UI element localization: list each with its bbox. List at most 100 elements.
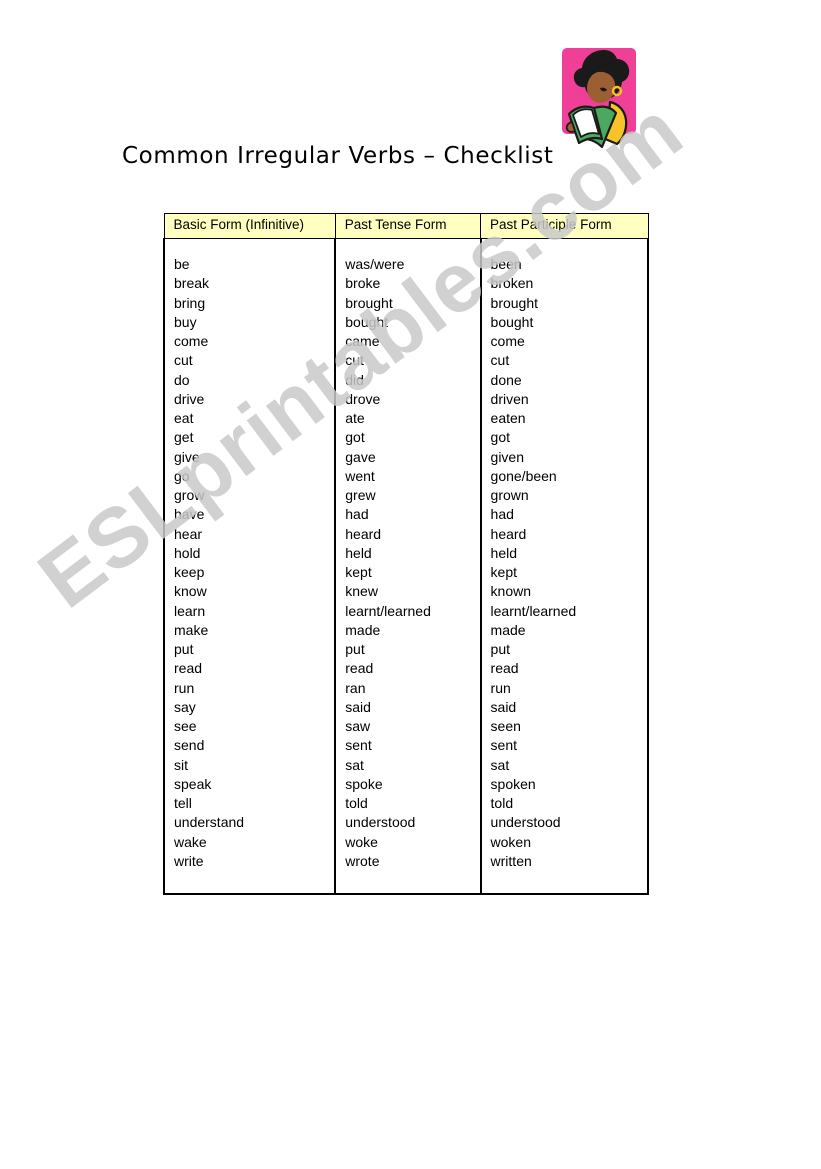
list-item: know [174,583,207,600]
past-participle-list: been broken brought bought come cut done driven… [491,255,647,871]
list-item: hear [174,525,203,542]
list-item: did [345,371,364,388]
table-bottom-border-cell-2 [334,893,482,895]
list-item: said [345,698,371,715]
list-item: put [174,641,194,657]
cell-base-form-list: be break bring buy come cut do drive eat get give g… [162,238,337,894]
cell-past-participle-list: been broken brought bought come cut done driven… [479,238,650,894]
list-item: eat [174,410,194,426]
list-item: learnt/learned [490,602,577,619]
list-item: put [490,641,510,657]
list-item: sent [490,737,517,754]
list-item: read [345,660,374,677]
irregular-verbs-table: Basic Form (Infinitive) Past Tense Form … [162,213,650,895]
list-item: told [345,795,368,811]
page-title: Common Irregular Verbs – Checklist [122,143,554,170]
worksheet-header: Common Irregular Verbs – Checklist [0,0,821,200]
list-item: come [174,333,209,349]
list-item: sent [345,737,372,754]
list-item: drove [345,390,381,407]
list-item: came [345,333,380,349]
list-item: was/were [345,256,405,272]
table-footer-border [162,893,650,895]
list-item: write [174,852,204,869]
column-header-past-participle: Past Participle Form [480,213,649,239]
table-header-row: Basic Form (Infinitive) Past Tense Form … [163,213,649,239]
table-bottom-border-cell-3 [479,893,650,895]
list-item: sat [490,756,510,773]
list-item: get [174,429,194,446]
table-bottom-border-cell-1 [162,893,337,895]
list-item: kept [490,564,517,580]
list-item: sat [345,756,364,773]
past-tense-list: was/were broke brought bought came cut did drov… [345,255,479,871]
list-item: saw [345,718,371,734]
list-item: wrote [345,852,380,869]
list-item: went [345,467,375,484]
list-item: send [174,737,205,754]
list-item: cut [174,352,193,369]
list-item: go [174,467,190,484]
list-item: brought [345,294,393,311]
list-item: written [490,852,532,869]
list-item: eaten [490,410,526,426]
list-item: give [174,448,200,465]
list-item: given [490,448,524,465]
worksheet-page: Common Irregular Verbs – Checklist ESLpr… [0,0,821,1169]
list-item: do [174,371,190,388]
cell-past-tense-list: was/were broke brought bought came cut did drov… [334,238,482,894]
list-item: be [174,256,190,272]
list-item: see [174,718,197,734]
list-item: gave [345,448,376,465]
list-item: understood [490,814,561,831]
list-item: grew [345,487,376,503]
list-item: keep [174,564,205,580]
list-item: broken [490,275,534,292]
list-item: have [174,506,205,523]
list-item: put [345,641,365,657]
list-item: run [490,679,511,696]
list-item: spoken [490,775,536,792]
list-item: run [174,679,195,696]
list-item: grown [490,487,529,503]
list-item: sit [174,756,188,773]
list-item: got [345,429,365,446]
list-item: had [490,506,514,523]
list-item: understood [345,814,416,831]
list-item: gone/been [490,467,557,484]
list-item: made [490,621,526,638]
list-item: heard [345,525,382,542]
list-item: done [490,371,522,388]
list-item: learn [174,602,206,619]
list-item: seen [490,718,521,734]
list-item: known [490,583,531,600]
list-item: held [490,544,517,561]
column-header-base-form: Basic Form (Infinitive) [163,213,336,239]
list-item: kept [345,564,372,580]
list-item: brought [490,294,539,311]
list-item: bought [345,313,389,330]
list-item: driven [490,390,529,407]
column-header-past-tense: Past Tense Form [334,213,482,239]
list-item: bought [490,313,534,330]
list-item: said [490,698,517,715]
list-item: cut [490,352,510,369]
list-item: spoke [345,775,383,792]
list-item: say [174,698,196,715]
list-item: make [174,621,209,638]
list-item: broke [345,275,381,292]
list-item: held [345,544,372,561]
list-item: heard [490,525,527,542]
list-item: woke [345,833,378,850]
list-item: woken [490,833,531,850]
list-item: learnt/learned [345,602,431,619]
list-item: ate [345,410,365,426]
list-item: buy [174,313,197,330]
list-item: knew [345,583,378,600]
base-form-list: be break bring buy come cut do drive eat get give g… [174,255,334,871]
list-item: ran [345,679,366,696]
list-item: cut [345,352,364,369]
list-item: wake [174,833,207,850]
list-item: grow [174,487,205,503]
list-item: been [490,256,522,272]
